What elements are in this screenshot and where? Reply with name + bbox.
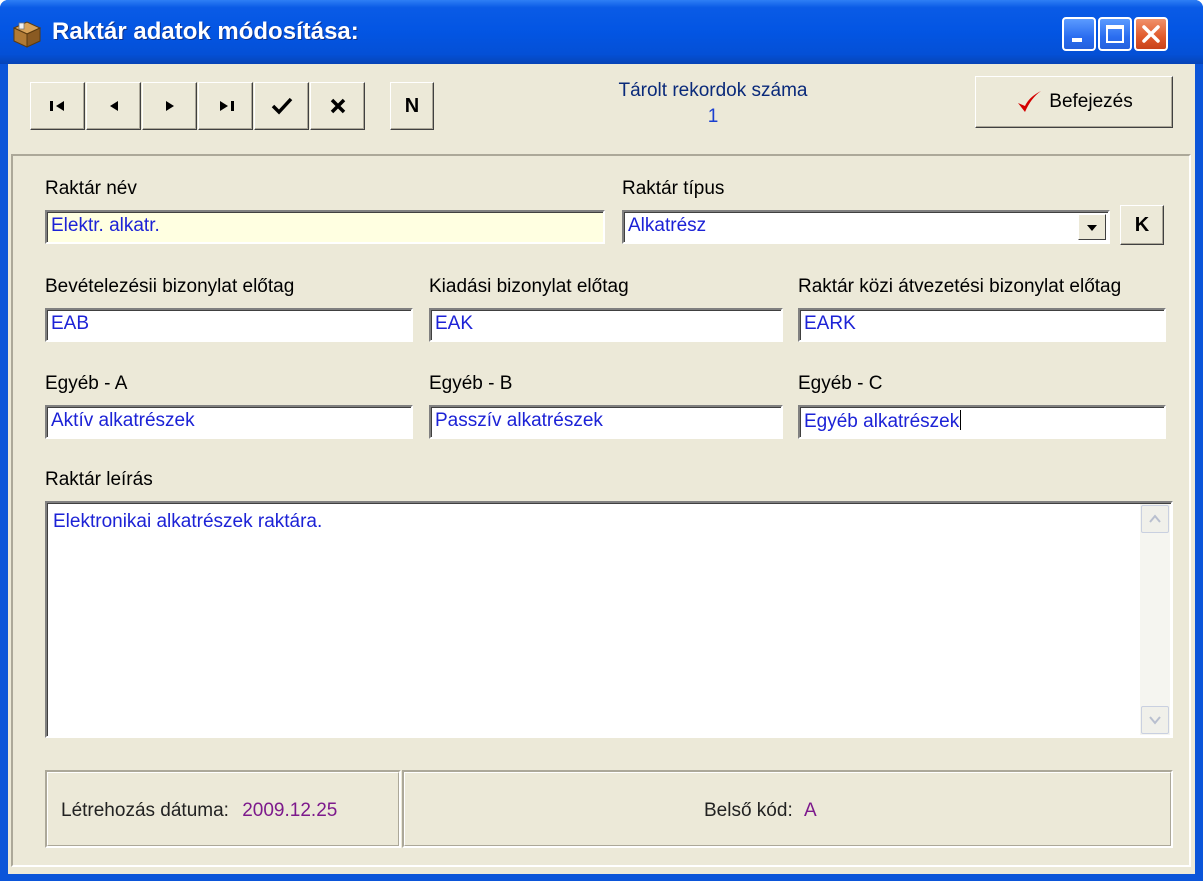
internal-code-value: A bbox=[804, 800, 817, 821]
created-date: Létrehozás dátuma: 2009.12.25 bbox=[61, 800, 337, 822]
receipt-prefix-input[interactable]: EAB bbox=[45, 308, 413, 342]
finish-button-label: Befejezés bbox=[1049, 91, 1133, 112]
window-title: Raktár adatok módosítása: bbox=[52, 18, 359, 45]
warehouse-type-select[interactable]: Alkatrész bbox=[622, 210, 1110, 244]
other-c-label: Egyéb - C bbox=[798, 373, 883, 394]
chevron-down-icon bbox=[1087, 225, 1097, 231]
scroll-up-icon bbox=[1149, 514, 1161, 523]
title-bar[interactable]: Raktár adatok módosítása: bbox=[0, 0, 1203, 64]
minimize-button[interactable] bbox=[1062, 17, 1096, 51]
check-icon bbox=[271, 97, 292, 115]
scroll-down-button[interactable] bbox=[1141, 706, 1169, 734]
other-b-input[interactable]: Passzív alkatrészek bbox=[429, 405, 783, 439]
description-label: Raktár leírás bbox=[45, 469, 153, 490]
first-record-button[interactable] bbox=[30, 82, 85, 130]
other-c-value: Egyéb alkatrészek bbox=[804, 411, 960, 432]
warehouse-type-value: Alkatrész bbox=[628, 215, 707, 236]
next-record-button[interactable] bbox=[142, 82, 197, 130]
box-app-icon bbox=[12, 21, 42, 48]
next-record-icon bbox=[165, 101, 174, 111]
app-window: Raktár adatok módosítása: N Tárolt rekor… bbox=[0, 0, 1203, 881]
internal-code: Belső kód: A bbox=[704, 800, 817, 822]
prev-record-icon bbox=[109, 101, 118, 111]
post-button[interactable] bbox=[254, 82, 309, 130]
first-record-icon bbox=[49, 101, 64, 111]
warehouse-type-label: Raktár típus bbox=[622, 178, 725, 199]
created-date-panel: Létrehozás dátuma: 2009.12.25 bbox=[45, 770, 401, 848]
cancel-button[interactable] bbox=[310, 82, 365, 130]
created-date-label: Létrehozás dátuma: bbox=[61, 800, 229, 821]
close-button[interactable] bbox=[1134, 17, 1168, 51]
prev-record-button[interactable] bbox=[86, 82, 141, 130]
transfer-prefix-input[interactable]: EARK bbox=[798, 308, 1166, 342]
other-b-label: Egyéb - B bbox=[429, 373, 513, 394]
description-text: Elektronikai alkatrészek raktára. bbox=[53, 511, 323, 532]
issue-prefix-input[interactable]: EAK bbox=[429, 308, 783, 342]
other-a-input[interactable]: Aktív alkatrészek bbox=[45, 405, 413, 439]
k-button-label: K bbox=[1134, 213, 1150, 236]
cross-icon bbox=[330, 98, 345, 114]
red-check-icon bbox=[1018, 91, 1042, 112]
stored-records-count: 1 bbox=[707, 106, 719, 127]
other-a-label: Egyéb - A bbox=[45, 373, 128, 394]
minimize-icon bbox=[1072, 38, 1082, 42]
finish-button[interactable]: Befejezés bbox=[975, 76, 1173, 128]
client-area: N Tárolt rekordok száma 1 Befejezés Rakt… bbox=[8, 64, 1195, 874]
internal-code-panel: Belső kód: A bbox=[402, 770, 1173, 848]
warehouse-name-input[interactable]: Elektr. alkatr. bbox=[45, 210, 605, 244]
last-record-button[interactable] bbox=[198, 82, 253, 130]
dropdown-button[interactable] bbox=[1078, 214, 1106, 240]
maximize-icon bbox=[1106, 25, 1124, 43]
warehouse-name-label: Raktár név bbox=[45, 178, 137, 199]
scroll-up-button[interactable] bbox=[1141, 505, 1169, 533]
internal-code-label: Belső kód: bbox=[704, 800, 793, 821]
vertical-scrollbar[interactable] bbox=[1140, 504, 1170, 735]
text-cursor bbox=[960, 410, 962, 430]
created-date-value: 2009.12.25 bbox=[242, 800, 338, 821]
stored-records-label: Tárolt rekordok száma bbox=[618, 80, 808, 101]
other-c-input[interactable]: Egyéb alkatrészek bbox=[798, 405, 1166, 439]
description-textarea[interactable]: Elektronikai alkatrészek raktára. bbox=[45, 501, 1173, 738]
new-record-label: N bbox=[404, 95, 420, 117]
transfer-prefix-label: Raktár közi átvezetési bizonylat előtag bbox=[798, 276, 1122, 297]
maximize-button[interactable] bbox=[1098, 17, 1132, 51]
issue-prefix-label: Kiadási bizonylat előtag bbox=[429, 276, 629, 297]
close-icon bbox=[1142, 25, 1160, 43]
scroll-down-icon bbox=[1149, 716, 1161, 725]
last-record-icon bbox=[219, 101, 234, 111]
k-button[interactable]: K bbox=[1120, 205, 1164, 245]
new-record-button[interactable]: N bbox=[390, 82, 434, 130]
receipt-prefix-label: Bevételezésii bizonylat előtag bbox=[45, 276, 295, 297]
